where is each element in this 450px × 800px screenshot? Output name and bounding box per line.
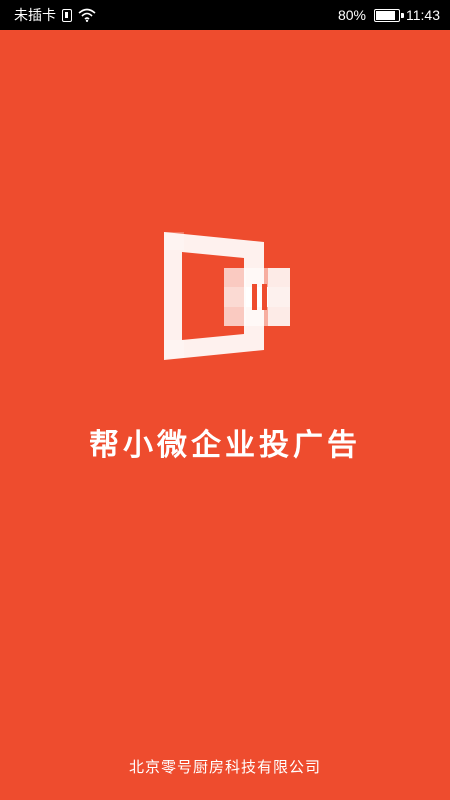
battery-icon: [374, 8, 404, 22]
sim-icon: [62, 8, 72, 22]
status-bar: 未插卡 80% 11:43: [0, 0, 450, 30]
logo-grid-slot-right: [262, 284, 267, 310]
carrier-text: 未插卡: [14, 7, 56, 23]
app-title: 帮小微企业投广告: [89, 428, 361, 463]
status-left: 未插卡: [14, 5, 96, 25]
logo-grid-slot-left: [252, 284, 257, 310]
status-right: 80% 11:43: [338, 7, 440, 23]
app-logo-icon: [164, 232, 290, 360]
battery-text: 80%: [337, 7, 366, 23]
wifi-icon: [78, 8, 96, 22]
clock-text: 11:43: [406, 7, 440, 23]
company-name: 北京零号厨房科技有限公司: [128, 758, 321, 776]
logo-shade-top: [164, 232, 184, 250]
logo-shade-bottom: [164, 340, 184, 358]
battery-fill: [376, 10, 396, 20]
